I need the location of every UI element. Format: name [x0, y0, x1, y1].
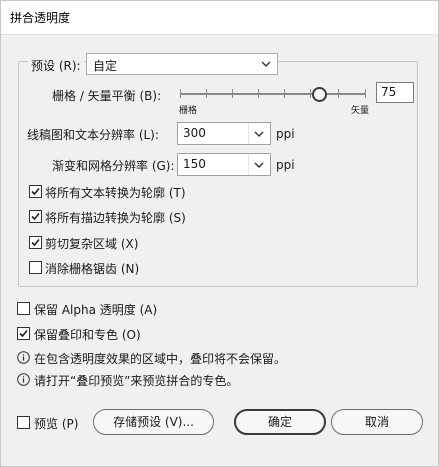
- cancel-button[interactable]: 取消: [331, 409, 423, 435]
- info-text-overprint: 在包含透明度效果的区域中，叠印将不会保留。: [34, 352, 287, 366]
- checkmark-icon: [31, 238, 40, 247]
- preview-checkbox[interactable]: [17, 416, 30, 429]
- checkmark-icon: [31, 187, 40, 196]
- title-bar: 拼合透明度: [0, 0, 439, 35]
- combo-divider: [248, 123, 249, 144]
- chevron-down-icon: [261, 61, 271, 67]
- slider-tick: [284, 89, 285, 98]
- slider-tick: [258, 89, 259, 98]
- balance-value: 75: [381, 85, 397, 99]
- preview-label[interactable]: 预览 (P): [34, 415, 78, 432]
- info-icon: [17, 351, 30, 364]
- gradient-resolution-label: 渐变和网格分辨率 (G):: [52, 159, 175, 173]
- option-label-anti-alias[interactable]: 消除栅格锯齿 (N): [45, 260, 139, 277]
- checkmark-icon: [31, 212, 40, 221]
- option-checkbox-clip-complex[interactable]: [29, 236, 42, 249]
- window-title: 拼合透明度: [10, 11, 71, 25]
- option-label-clip-complex[interactable]: 剪切复杂区域 (X): [45, 235, 138, 252]
- save-preset-button[interactable]: 存储预设 (V)...: [93, 409, 214, 435]
- chevron-down-icon[interactable]: [252, 157, 266, 173]
- slider-tick: [180, 89, 181, 98]
- chevron-down-icon[interactable]: [252, 126, 266, 142]
- slider-tick: [232, 89, 233, 98]
- combo-divider: [248, 154, 249, 175]
- slider-tick: [365, 89, 366, 98]
- option-checkbox-convert-strokes[interactable]: [29, 210, 42, 223]
- preserve-overprint-checkbox[interactable]: [17, 327, 30, 340]
- preserve-overprint-label[interactable]: 保留叠印和专色 (O): [34, 326, 141, 343]
- gradient-resolution-value: 150: [183, 157, 206, 171]
- checkmark-icon: [19, 329, 28, 338]
- option-checkbox-anti-alias[interactable]: [29, 261, 42, 274]
- slider-tick: [310, 89, 311, 98]
- preset-value: 自定: [93, 59, 118, 73]
- preserve-alpha-checkbox[interactable]: [17, 302, 30, 315]
- gradient-unit: ppi: [276, 158, 295, 172]
- option-checkbox-convert-text[interactable]: [29, 185, 42, 198]
- raster-label: 栅格: [179, 106, 198, 116]
- vector-label: 矢量: [351, 106, 370, 116]
- info-text-preview: 请打开“叠印预览”来预览拼合的专色。: [34, 374, 239, 388]
- info-icon: [17, 373, 30, 386]
- line-art-resolution-label: 线稿图和文本分辨率 (L):: [27, 128, 159, 142]
- balance-slider-thumb[interactable]: [312, 87, 327, 102]
- line-art-unit: ppi: [276, 127, 295, 141]
- slider-tick: [338, 89, 339, 98]
- slider-tick: [206, 89, 207, 98]
- preset-dropdown[interactable]: 自定: [86, 53, 278, 75]
- balance-label: 栅格 / 矢量平衡 (B):: [52, 89, 162, 103]
- ok-button[interactable]: 确定: [234, 409, 326, 435]
- balance-value-field[interactable]: 75: [376, 82, 414, 103]
- option-label-convert-text[interactable]: 将所有文本转换为轮廓 (T): [45, 184, 186, 201]
- line-art-resolution-combo[interactable]: 300: [177, 122, 271, 145]
- line-art-resolution-value: 300: [183, 126, 206, 140]
- gradient-resolution-combo[interactable]: 150: [177, 153, 271, 176]
- preserve-alpha-label[interactable]: 保留 Alpha 透明度 (A): [34, 301, 157, 318]
- option-label-convert-strokes[interactable]: 将所有描边转换为轮廓 (S): [45, 209, 186, 226]
- preset-label: 预设 (R):: [28, 57, 84, 74]
